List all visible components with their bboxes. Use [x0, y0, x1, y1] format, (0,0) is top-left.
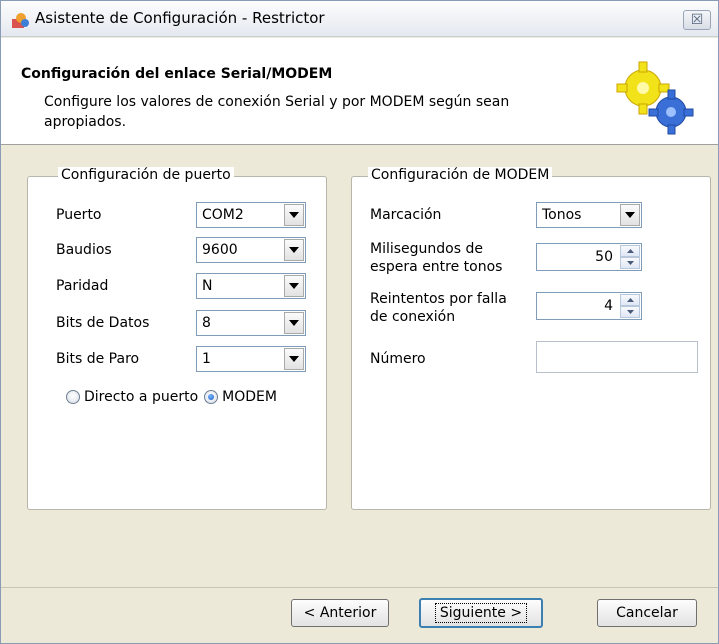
- spin-down-icon[interactable]: [620, 306, 640, 318]
- modem-config-group: Configuración de MODEM Marcación Tonos M…: [351, 167, 711, 510]
- dropdown-arrow-icon[interactable]: [284, 204, 304, 226]
- dropdown-arrow-icon[interactable]: [284, 275, 304, 297]
- dropdown-arrow-icon[interactable]: [284, 312, 304, 334]
- data-bits-label: Bits de Datos: [56, 315, 150, 331]
- wizard-body: Configuración de puerto Puerto COM2 Baud…: [1, 146, 718, 586]
- back-button-label: < Anterior: [303, 605, 377, 621]
- port-label: Puerto: [56, 207, 102, 223]
- next-button[interactable]: Siguiente >: [419, 598, 543, 628]
- page-description: Configure los valores de conexión Serial…: [44, 94, 510, 130]
- close-button[interactable]: ☒: [683, 10, 711, 30]
- retries-label: Reintentos por falla de conexión: [370, 290, 507, 326]
- stop-bits-label: Bits de Paro: [56, 351, 140, 367]
- spin-down-icon[interactable]: [620, 257, 640, 269]
- dial-value: Tonos: [542, 207, 582, 223]
- radio-modem-label[interactable]: MODEM: [222, 389, 277, 405]
- app-icon: [12, 13, 29, 28]
- dial-select[interactable]: Tonos: [536, 202, 642, 228]
- baud-label: Baudios: [56, 242, 112, 258]
- wizard-header: Configuración del enlace Serial/MODEM Co…: [1, 38, 718, 145]
- port-config-group: Configuración de puerto Puerto COM2 Baud…: [27, 167, 327, 510]
- next-button-label: Siguiente >: [434, 603, 528, 623]
- window-title: Asistente de Configuración - Restrictor: [35, 9, 325, 27]
- number-field[interactable]: [536, 341, 698, 373]
- retries-label-line2: de conexión: [370, 309, 456, 325]
- connection-mode-radios: Directo a puerto MODEM: [66, 389, 283, 405]
- stop-bits-select[interactable]: 1: [196, 346, 306, 372]
- data-bits-select[interactable]: 8: [196, 310, 306, 336]
- stop-bits-value: 1: [202, 351, 211, 367]
- cancel-button[interactable]: Cancelar: [597, 599, 697, 627]
- dropdown-arrow-icon[interactable]: [284, 348, 304, 370]
- wait-stepper[interactable]: 50: [536, 243, 642, 271]
- wait-label-line2: espera entre tonos: [370, 259, 503, 275]
- data-bits-value: 8: [202, 315, 211, 331]
- wait-label: Milisegundos de espera entre tonos: [370, 240, 502, 276]
- gears-icon: [616, 61, 694, 135]
- retries-label-line1: Reintentos por falla: [370, 291, 507, 307]
- dropdown-arrow-icon[interactable]: [284, 239, 304, 261]
- parity-select[interactable]: N: [196, 273, 306, 299]
- retries-stepper[interactable]: 4: [536, 292, 642, 320]
- number-label: Número: [370, 351, 426, 367]
- dropdown-arrow-icon[interactable]: [620, 204, 640, 226]
- wait-label-line1: Milisegundos de: [370, 241, 483, 257]
- page-title: Configuración del enlace Serial/MODEM: [21, 66, 333, 82]
- baud-value: 9600: [202, 242, 238, 258]
- baud-select[interactable]: 9600: [196, 237, 306, 263]
- title-bar: Asistente de Configuración - Restrictor …: [1, 1, 718, 37]
- parity-label: Paridad: [56, 278, 109, 294]
- close-icon: ☒: [690, 12, 704, 28]
- radio-modem[interactable]: [204, 390, 219, 404]
- footer-divider: [1, 587, 718, 588]
- spin-up-icon[interactable]: [620, 294, 640, 306]
- modem-config-legend: Configuración de MODEM: [368, 167, 553, 183]
- retries-value: 4: [604, 298, 613, 314]
- wizard-window: Asistente de Configuración - Restrictor …: [0, 0, 719, 644]
- parity-value: N: [202, 278, 213, 294]
- spin-up-icon[interactable]: [620, 245, 640, 257]
- wait-value: 50: [595, 249, 613, 265]
- back-button[interactable]: < Anterior: [291, 599, 389, 627]
- port-config-legend: Configuración de puerto: [58, 167, 234, 183]
- port-value: COM2: [202, 207, 244, 223]
- dial-label: Marcación: [370, 207, 442, 223]
- cancel-button-label: Cancelar: [616, 605, 678, 621]
- port-select[interactable]: COM2: [196, 202, 306, 228]
- radio-direct-label[interactable]: Directo a puerto: [84, 389, 198, 405]
- radio-direct[interactable]: [66, 390, 80, 404]
